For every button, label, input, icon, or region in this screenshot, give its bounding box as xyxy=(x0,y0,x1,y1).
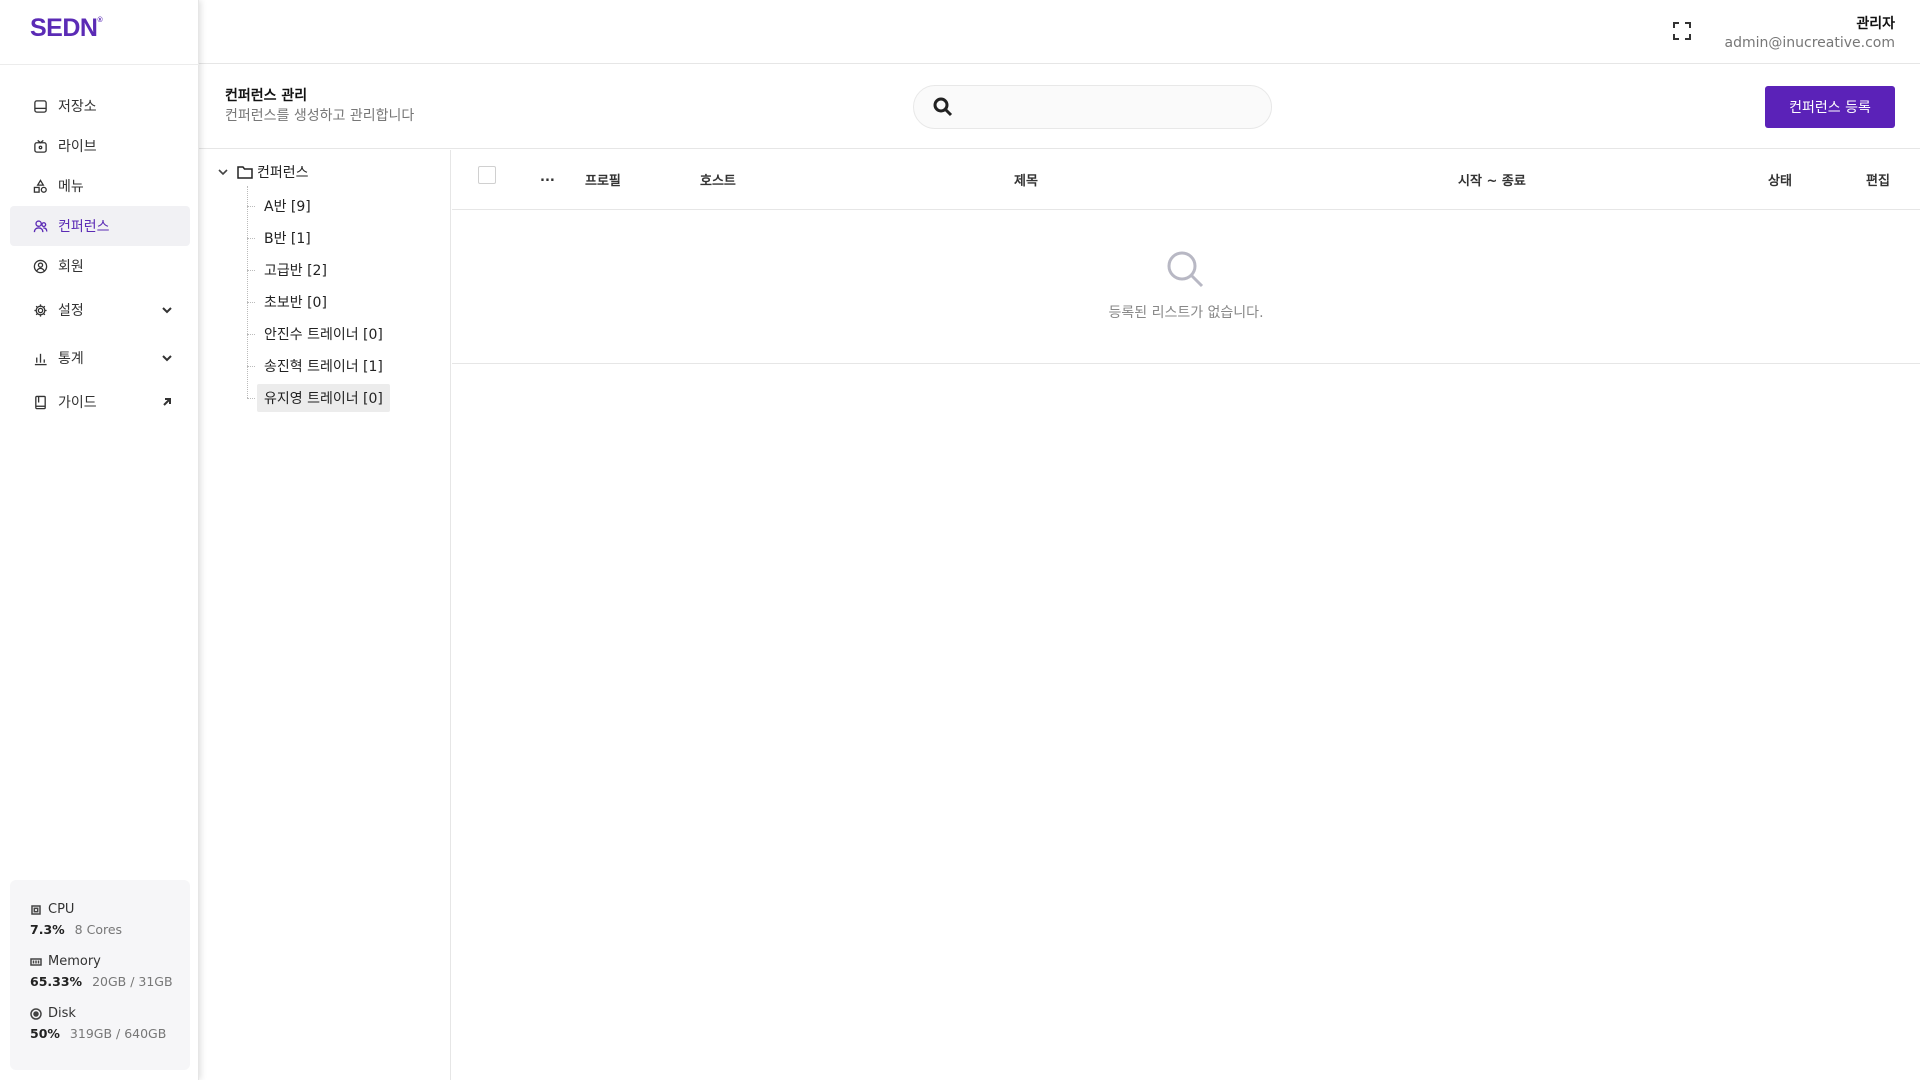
tree-item[interactable]: 송진혁 트레이너 [1] xyxy=(247,350,447,382)
search-input[interactable] xyxy=(964,99,1244,115)
sidebar-item-label: 가이드 xyxy=(58,395,97,411)
column-period: 시작 ~ 종료 xyxy=(1458,174,1526,189)
folder-icon xyxy=(237,165,253,179)
system-status-panel: CPU 7.3% 8 Cores Memory 65.33% 20GB / 31GB… xyxy=(10,880,190,1070)
column-edit: 편집 xyxy=(1866,174,1890,189)
sidebar-item-storage[interactable]: 저장소 xyxy=(10,86,190,126)
sidebar-item-member[interactable]: 회원 xyxy=(10,246,190,286)
memory-icon xyxy=(30,957,42,966)
search-empty-icon xyxy=(1164,248,1208,292)
tree-item[interactable]: 고급반 [2] xyxy=(247,254,447,286)
sidebar-item-label: 통계 xyxy=(58,351,84,367)
tree-item-label: 송진혁 트레이너 [1] xyxy=(264,359,383,375)
sidebar-item-label: 저장소 xyxy=(58,99,97,115)
cpu-chip-icon xyxy=(31,904,41,915)
select-all-checkbox[interactable] xyxy=(478,166,496,184)
menu-shapes-icon xyxy=(33,178,48,194)
sidebar: SEDN® 저장소 라이브 메뉴 컨퍼런스 회원 설정 통계 가이드 CPU 7… xyxy=(0,0,199,1080)
sidebar-item-live[interactable]: 라이브 xyxy=(10,126,190,166)
chevron-down-icon[interactable] xyxy=(160,351,174,365)
sidebar-item-label: 메뉴 xyxy=(58,179,84,195)
sidebar-item-label: 컨퍼런스 xyxy=(58,219,110,235)
column-more[interactable]: ... xyxy=(540,170,555,185)
member-icon xyxy=(33,259,48,274)
column-title: 제목 xyxy=(1014,174,1038,189)
cpu-status: CPU 7.3% 8 Cores xyxy=(30,902,190,937)
conference-people-icon xyxy=(33,219,48,234)
storage-icon xyxy=(33,99,48,114)
tree-item-label: A반 [9] xyxy=(264,199,311,215)
tree-item-label: B반 [1] xyxy=(264,231,311,247)
app-logo[interactable]: SEDN® xyxy=(30,14,103,43)
gear-icon xyxy=(33,303,48,318)
column-status: 상태 xyxy=(1768,174,1792,189)
tree-root[interactable]: 컨퍼런스 xyxy=(217,162,309,182)
top-bar: 관리자 admin@inucreative.com xyxy=(199,0,1920,64)
tree-children: A반 [9] B반 [1] 고급반 [2] 초보반 [0] 안진수 트레이너 [… xyxy=(247,190,447,414)
search-box[interactable] xyxy=(913,85,1272,129)
user-email: admin@inucreative.com xyxy=(1724,35,1895,51)
tree-item-selected[interactable]: 유지영 트레이너 [0] xyxy=(247,382,447,414)
tree-item-label: 초보반 [0] xyxy=(264,295,327,311)
conference-table: ... 프로필 호스트 제목 시작 ~ 종료 상태 편집 등록된 리스트가 없습… xyxy=(452,150,1920,364)
sidebar-item-conference[interactable]: 컨퍼런스 xyxy=(10,206,190,246)
disk-status: Disk 50% 319GB / 640GB xyxy=(30,1006,190,1041)
chevron-down-icon[interactable] xyxy=(160,303,174,317)
memory-detail: 20GB / 31GB xyxy=(92,974,173,989)
sidebar-item-label: 설정 xyxy=(58,303,84,319)
sidebar-item-menu[interactable]: 메뉴 xyxy=(10,166,190,206)
column-host: 호스트 xyxy=(700,174,736,189)
memory-status: Memory 65.33% 20GB / 31GB xyxy=(30,954,190,989)
search-icon[interactable] xyxy=(932,96,954,118)
page-title: 컨퍼런스 관리 xyxy=(225,88,308,104)
cpu-percent: 7.3% xyxy=(30,922,65,937)
live-tv-icon xyxy=(33,139,48,154)
tree-item[interactable]: 안진수 트레이너 [0] xyxy=(247,318,447,350)
memory-label: Memory xyxy=(48,954,101,969)
sidebar-item-settings[interactable]: 설정 xyxy=(10,286,190,334)
sidebar-item-label: 라이브 xyxy=(58,139,97,155)
external-arrow-icon xyxy=(160,395,174,409)
sidebar-divider xyxy=(0,64,199,65)
register-conference-button[interactable]: 컨퍼런스 등록 xyxy=(1765,86,1895,128)
disk-icon xyxy=(30,1007,42,1020)
chevron-down-icon[interactable] xyxy=(217,166,229,178)
tree-root-label: 컨퍼런스 xyxy=(257,165,309,181)
user-name: 관리자 xyxy=(1856,16,1895,32)
page-header: 컨퍼런스 관리 컨퍼런스를 생성하고 관리합니다 컨퍼런스 등록 xyxy=(199,64,1920,149)
tree-item-label: 유지영 트레이너 [0] xyxy=(257,384,390,412)
disk-detail: 319GB / 640GB xyxy=(69,1026,167,1041)
user-info[interactable]: 관리자 admin@inucreative.com xyxy=(1725,13,1895,51)
guide-book-icon xyxy=(33,395,48,410)
tree-item[interactable]: 초보반 [0] xyxy=(247,286,447,318)
column-profile: 프로필 xyxy=(585,174,621,189)
tree-item[interactable]: A반 [9] xyxy=(247,190,447,222)
empty-state: 등록된 리스트가 없습니다. xyxy=(452,210,1920,364)
tree-item[interactable]: B반 [1] xyxy=(247,222,447,254)
empty-message: 등록된 리스트가 없습니다. xyxy=(1108,305,1264,321)
memory-percent: 65.33% xyxy=(30,974,83,989)
tree-item-label: 안진수 트레이너 [0] xyxy=(264,327,383,343)
sidebar-nav: 저장소 라이브 메뉴 컨퍼런스 회원 설정 통계 가이드 xyxy=(10,86,190,422)
tree-item-label: 고급반 [2] xyxy=(264,263,327,279)
category-tree: 컨퍼런스 A반 [9] B반 [1] 고급반 [2] 초보반 [0] 안진수 트… xyxy=(199,150,451,1080)
cpu-detail: 8 Cores xyxy=(74,922,123,937)
bar-chart-icon xyxy=(33,351,48,366)
sidebar-item-label: 회원 xyxy=(58,259,84,275)
cpu-label: CPU xyxy=(48,902,75,917)
page-subtitle: 컨퍼런스를 생성하고 관리합니다 xyxy=(225,108,415,124)
disk-label: Disk xyxy=(48,1006,76,1021)
fullscreen-icon[interactable] xyxy=(1671,20,1693,42)
sidebar-item-statistics[interactable]: 통계 xyxy=(10,334,190,382)
disk-percent: 50% xyxy=(30,1026,60,1041)
sidebar-item-guide[interactable]: 가이드 xyxy=(10,382,190,422)
table-header: ... 프로필 호스트 제목 시작 ~ 종료 상태 편집 xyxy=(452,150,1920,210)
